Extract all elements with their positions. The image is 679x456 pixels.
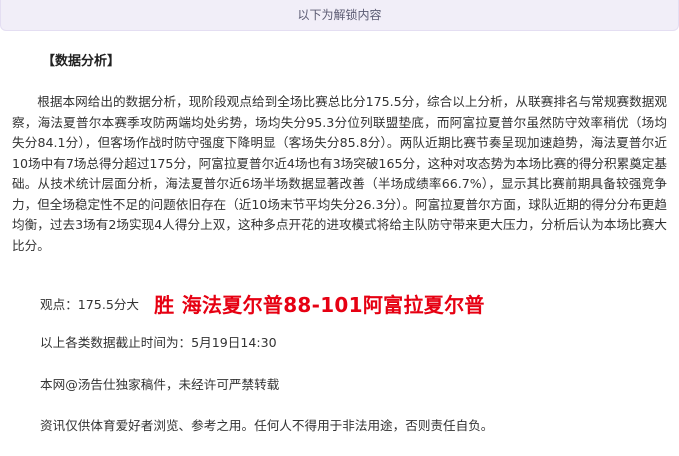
- article-page: 以下为解锁内容 【数据分析】 根据本网给出的数据分析，现阶段观点给到全场比赛总比…: [0, 0, 679, 456]
- viewpoint-label: 观点：175.5分大: [40, 297, 140, 312]
- unlock-content-banner: 以下为解锁内容: [0, 0, 679, 31]
- analysis-paragraph: 根据本网给出的数据分析，现阶段观点给到全场比赛总比分175.5分，综合以上分析，…: [12, 94, 667, 253]
- data-cutoff-time: 以上各类数据截止时间为：5月19日14:30: [40, 335, 277, 350]
- copyright-notice: 本网@汤告仕独家稿件，未经许可严禁转载: [40, 377, 280, 392]
- prediction-headline: 胜 海法夏尔普88-101阿富拉夏尔普: [154, 293, 485, 317]
- viewpoint-row: 观点：175.5分大 胜 海法夏尔普88-101阿富拉夏尔普: [40, 289, 485, 321]
- disclaimer: 资讯仅供体育爱好者浏览、参考之用。任何人不得用于非法用途，否则责任自负。: [40, 418, 494, 433]
- section-title: 【数据分析】: [42, 54, 121, 69]
